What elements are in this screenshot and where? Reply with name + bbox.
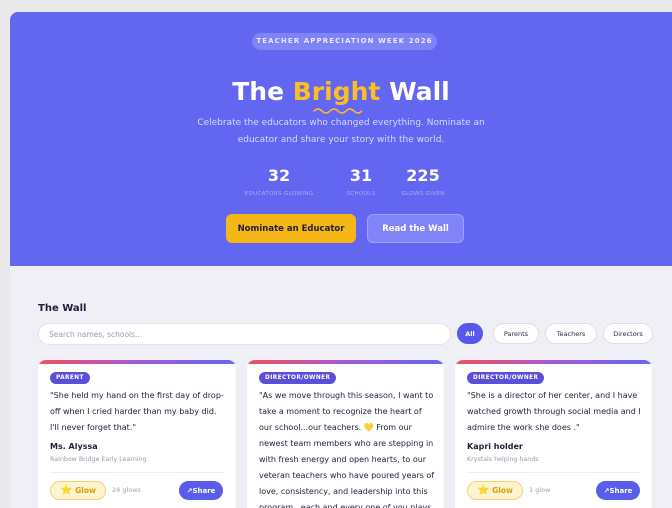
quote-line: our school...our teachers. 💛 From our <box>259 423 412 432</box>
filter-parents[interactable]: Parents <box>493 323 539 344</box>
event-pill: TEACHER APPRECIATION WEEK 2026 <box>252 33 437 50</box>
glow-label: Glow <box>75 486 96 495</box>
glow-label: Glow <box>492 486 513 495</box>
star-icon: ⭐ <box>477 485 490 496</box>
stat-value: 225 <box>406 166 440 185</box>
card-quote: "She held my hand on the first day of dr… <box>50 388 224 436</box>
star-icon: ⭐ <box>60 485 73 496</box>
quote-line: admire the work she does ." <box>467 423 580 432</box>
hero-section: TEACHER APPRECIATION WEEK 2026 The Brigh… <box>10 12 672 266</box>
glow-button[interactable]: ⭐ Glow <box>467 481 523 500</box>
filter-teachers[interactable]: Teachers <box>545 323 597 344</box>
quote-line: take a moment to recognize the heart of <box>259 407 422 416</box>
quote-line: "She is a director of her center, and I … <box>467 391 638 400</box>
role-badge: PARENT <box>50 372 90 384</box>
stat-label: GLOWS GIVEN <box>401 191 445 197</box>
nomination-card: DIRECTOR/OWNER "She is a director of her… <box>455 360 652 508</box>
page-title: The Bright Wall <box>10 77 672 107</box>
stat-label: SCHOOLS <box>346 191 376 197</box>
educator-name: Ms. Alyssa <box>50 442 98 451</box>
role-badge: DIRECTOR/OWNER <box>467 372 545 384</box>
app-window: TEACHER APPRECIATION WEEK 2026 The Brigh… <box>10 12 672 508</box>
quote-line: "As we move through this season, I want … <box>259 391 434 400</box>
nomination-card: DIRECTOR/OWNER "As we move through this … <box>247 360 444 508</box>
school-name: Krystals helping hands <box>467 456 539 463</box>
stat-glows: 225 GLOWS GIVEN <box>392 166 454 197</box>
share-button[interactable]: ↗Share <box>596 481 640 500</box>
share-label: Share <box>609 486 633 495</box>
quote-line: watched growth through social media and … <box>467 407 641 416</box>
glow-button[interactable]: ⭐ Glow <box>50 481 106 500</box>
card-quote: "As we move through this season, I want … <box>259 388 434 508</box>
role-badge: DIRECTOR/OWNER <box>259 372 337 384</box>
card-divider <box>467 472 640 473</box>
quote-line: with fresh energy and open hearts, to ou… <box>259 455 427 464</box>
stat-value: 32 <box>267 166 291 185</box>
hero-subtitle: Celebrate the educators who changed ever… <box>180 115 502 149</box>
quote-line: love, consistency, and leadership into t… <box>259 487 428 496</box>
share-label: Share <box>192 486 216 495</box>
squiggle-underline-icon <box>313 108 362 114</box>
glow-count: 24 glows <box>112 486 141 494</box>
quote-line: program...each and every one of you play… <box>259 503 432 508</box>
card-accent-bar <box>38 360 236 364</box>
card-accent-bar <box>455 360 652 364</box>
stat-value: 31 <box>349 166 373 185</box>
stat-educators: 32 EDUCATORS GLOWING <box>236 166 322 197</box>
card-divider <box>50 472 224 473</box>
nominate-button[interactable]: Nominate an Educator <box>226 214 356 243</box>
wall-heading: The Wall <box>38 303 87 314</box>
stat-label: EDUCATORS GLOWING <box>244 191 314 197</box>
glow-count: 1 glow <box>529 486 551 494</box>
school-name: Rainbow Bridge Early Learning <box>50 456 147 463</box>
stat-schools: 31 SCHOOLS <box>330 166 392 197</box>
search-input[interactable] <box>38 323 451 345</box>
quote-line: "She held my hand on the first day of dr… <box>50 391 224 400</box>
quote-line: I'll never forget that." <box>50 423 137 432</box>
quote-line: off when I cried harder than my baby did… <box>50 407 217 416</box>
title-before: The <box>232 77 293 106</box>
title-after: Wall <box>380 77 450 106</box>
share-button[interactable]: ↗Share <box>179 481 223 500</box>
card-quote: "She is a director of her center, and I … <box>467 388 641 436</box>
card-accent-bar <box>247 360 444 364</box>
quote-line: veteran teachers who have poured years o… <box>259 471 435 480</box>
quote-line: newest team members who are stepping in <box>259 439 434 448</box>
subtitle-line: Celebrate the educators who changed ever… <box>197 118 485 128</box>
subtitle-line: educator and share your story with the w… <box>237 135 445 145</box>
educator-name: Kapri holder <box>467 442 523 451</box>
title-highlight: Bright <box>292 77 381 106</box>
filter-directors[interactable]: Directors <box>603 323 653 344</box>
nomination-card: PARENT "She held my hand on the first da… <box>38 360 236 508</box>
filter-all[interactable]: All <box>457 323 483 344</box>
read-wall-button[interactable]: Read the Wall <box>367 214 464 243</box>
